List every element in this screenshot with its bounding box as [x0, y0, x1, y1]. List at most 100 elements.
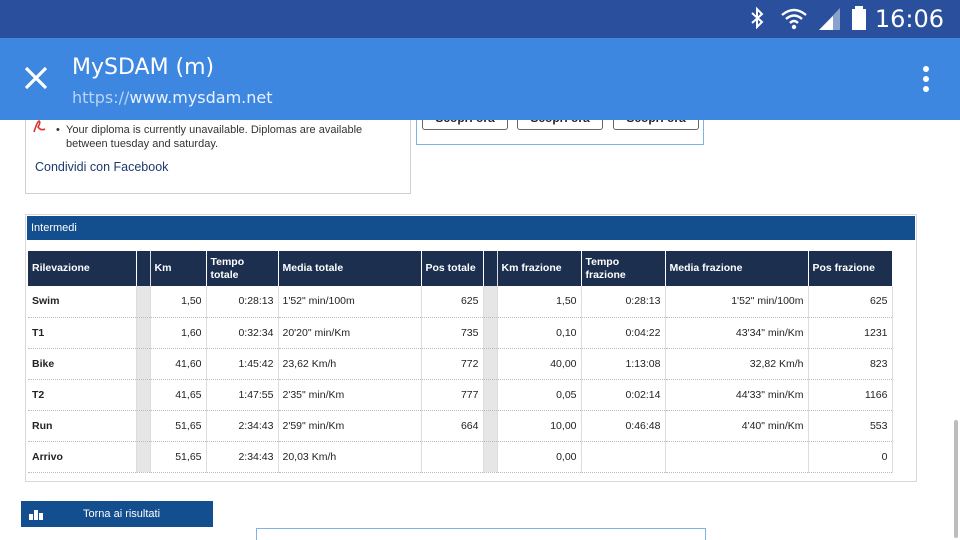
row-pos-totale [421, 441, 484, 473]
row-km-frazione: 0,05 [497, 379, 582, 411]
row-km-frazione: 1,50 [497, 286, 582, 318]
row-pos-frazione: 823 [808, 348, 893, 380]
row-km-frazione: 10,00 [497, 410, 582, 442]
row-tempo-totale: 0:32:34 [206, 317, 279, 349]
clock: 16:06 [874, 5, 944, 33]
back-to-results-label: Torna ai risultati [83, 508, 161, 520]
col-tempo-frazione: Tempo frazione [581, 251, 666, 286]
row-km: 1,60 [150, 317, 207, 349]
row-spacer [483, 441, 498, 473]
overflow-menu-icon[interactable] [920, 66, 932, 94]
row-media-frazione: 32,82 Km/h [665, 348, 809, 380]
col-spacer [483, 251, 498, 286]
col-km: Km [150, 251, 207, 286]
promo-button-1[interactable]: Scopri ora [422, 120, 508, 130]
row-pos-frazione: 553 [808, 410, 893, 442]
diploma-box: • Your diploma is currently unavailable.… [25, 120, 411, 194]
browser-app-bar: MySDAM (m) https://www.mysdam.net [0, 38, 960, 120]
promo-button-2[interactable]: Scopri ora [517, 120, 603, 130]
web-content: • Your diploma is currently unavailable.… [0, 120, 960, 540]
row-media-totale: 2'35" min/Km [278, 379, 422, 411]
wifi-icon [781, 8, 807, 30]
col-rilevazione: Rilevazione [28, 251, 137, 286]
intermedi-title: Intermedi [27, 216, 915, 240]
podium-icon [29, 510, 43, 520]
row-tempo-frazione: 0:04:22 [581, 317, 666, 349]
row-spacer [483, 410, 498, 442]
row-media-totale: 1'52" min/100m [278, 286, 422, 318]
row-media-totale: 23,62 Km/h [278, 348, 422, 380]
row-spacer [483, 286, 498, 318]
row-media-frazione: 44'33" min/Km [665, 379, 809, 411]
row-spacer [483, 379, 498, 411]
scrollbar[interactable] [954, 420, 958, 538]
row-spacer [136, 317, 151, 349]
intermedi-panel: Intermedi Rilevazione Km Tempo totale Me… [25, 214, 917, 482]
row-media-totale: 20,03 Km/h [278, 441, 422, 473]
row-media-frazione: 1'52" min/100m [665, 286, 809, 318]
ad-banner [256, 528, 706, 540]
col-tempo-totale: Tempo totale [206, 251, 279, 286]
row-spacer [483, 317, 498, 349]
row-tempo-frazione [581, 441, 666, 473]
splits-table: Rilevazione Km Tempo totale Media totale… [28, 251, 893, 473]
row-pos-totale: 772 [421, 348, 484, 380]
row-km-frazione: 0,10 [497, 317, 582, 349]
row-pos-frazione: 625 [808, 286, 893, 318]
row-pos-totale: 777 [421, 379, 484, 411]
pdf-icon [33, 120, 46, 133]
row-spacer [136, 410, 151, 442]
table-row: Bike 41,60 1:45:42 23,62 Km/h 772 40,00 1:13:0… [28, 348, 893, 380]
row-tempo-totale: 2:34:43 [206, 410, 279, 442]
table-row: T2 41,65 1:47:55 2'35" min/Km 777 0,05 0:02:14… [28, 379, 893, 411]
facebook-share-link[interactable]: Condividi con Facebook [35, 160, 168, 174]
row-name: Swim [28, 286, 137, 318]
row-media-totale: 2'59" min/Km [278, 410, 422, 442]
row-spacer [136, 441, 151, 473]
row-name: Run [28, 410, 137, 442]
table-header-row: Rilevazione Km Tempo totale Media totale… [28, 251, 893, 286]
row-km: 51,65 [150, 441, 207, 473]
status-bar: 16:06 [0, 0, 960, 38]
row-pos-frazione: 1231 [808, 317, 893, 349]
promo-button-3[interactable]: Scopri ora [613, 120, 699, 130]
row-km: 41,65 [150, 379, 207, 411]
col-media-frazione: Media frazione [665, 251, 809, 286]
row-pos-frazione: 0 [808, 441, 893, 473]
url-host: www.mysdam.net [129, 88, 273, 107]
row-km: 1,50 [150, 286, 207, 318]
row-km: 41,60 [150, 348, 207, 380]
row-media-totale: 20'20" min/Km [278, 317, 422, 349]
row-tempo-frazione: 0:46:48 [581, 410, 666, 442]
row-spacer [136, 379, 151, 411]
url-protocol: https:// [72, 88, 130, 107]
row-pos-totale: 735 [421, 317, 484, 349]
row-km-frazione: 0,00 [497, 441, 582, 473]
row-spacer [136, 348, 151, 380]
row-spacer [136, 286, 151, 318]
row-spacer [483, 348, 498, 380]
row-km: 51,65 [150, 410, 207, 442]
signal-icon [819, 8, 840, 30]
promo-strip: Scopri ora Scopri ora Scopri ora [416, 120, 704, 145]
page-url: https://www.mysdam.net [72, 88, 273, 107]
row-tempo-totale: 1:47:55 [206, 379, 279, 411]
row-tempo-totale: 0:28:13 [206, 286, 279, 318]
col-media-totale: Media totale [278, 251, 422, 286]
col-spacer [136, 251, 151, 286]
row-tempo-frazione: 1:13:08 [581, 348, 666, 380]
row-tempo-totale: 1:45:42 [206, 348, 279, 380]
row-name: Bike [28, 348, 137, 380]
bluetooth-icon [751, 6, 764, 30]
row-pos-frazione: 1166 [808, 379, 893, 411]
diploma-notice: • Your diploma is currently unavailable.… [56, 123, 396, 151]
back-to-results-button[interactable]: Torna ai risultati [21, 501, 213, 527]
row-media-frazione: 4'40" min/Km [665, 410, 809, 442]
row-media-frazione: 43'34" min/Km [665, 317, 809, 349]
table-row: T1 1,60 0:32:34 20'20" min/Km 735 0,10 0:04:22… [28, 317, 893, 349]
row-pos-totale: 625 [421, 286, 484, 318]
close-icon[interactable] [20, 62, 52, 94]
diploma-message: Your diploma is currently unavailable. D… [66, 124, 363, 150]
table-row: Run 51,65 2:34:43 2'59" min/Km 664 10,00 0:46:… [28, 410, 893, 442]
col-pos-frazione: Pos frazione [808, 251, 893, 286]
